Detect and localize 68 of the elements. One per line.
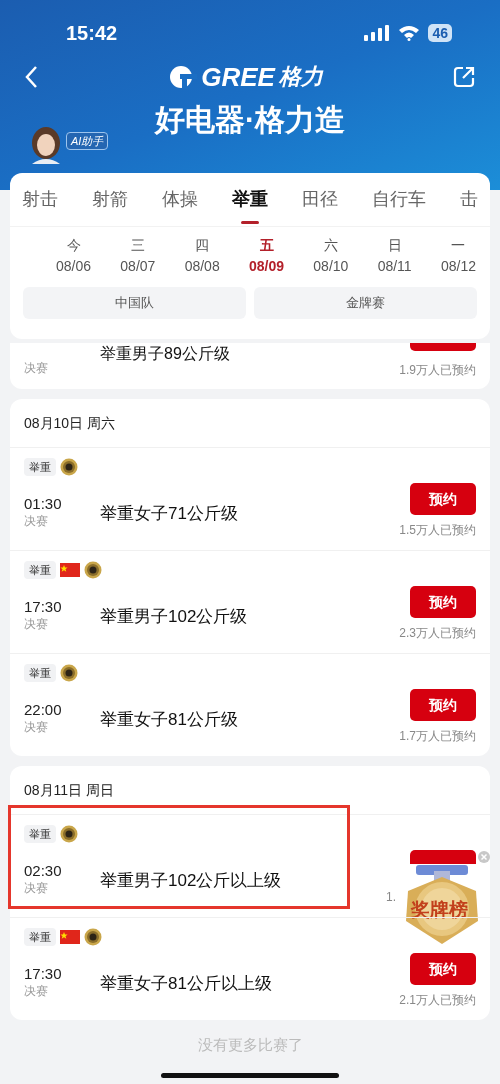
event-time: 22:00	[24, 701, 63, 719]
reservation-count: 1.5万人已预约	[399, 523, 476, 537]
event-stage: 决赛	[24, 360, 49, 377]
date-tab[interactable]: 日 08/11	[377, 235, 412, 277]
reservation-count: 1.7万人已预约	[399, 729, 476, 743]
event-stage: 决赛	[24, 719, 49, 735]
event-stage: 决赛	[24, 616, 49, 632]
date-tab[interactable]: 五 08/09	[249, 235, 285, 277]
reserve-button[interactable]: 预约	[410, 586, 476, 618]
event-time: 17:30	[24, 598, 63, 616]
day-heading: 08月10日 周六	[24, 413, 116, 433]
flag-icon	[60, 563, 80, 577]
event-stage: 决赛	[24, 983, 49, 999]
sport-tab[interactable]: 田径	[302, 173, 338, 226]
event-stage: 决赛	[24, 880, 49, 896]
event-time: 02:30	[24, 862, 63, 880]
logo-script: 格力	[278, 66, 323, 88]
reserve-button[interactable]: 预约	[410, 953, 476, 985]
date-tab[interactable]: 六 08/10	[313, 235, 349, 277]
flag-icon	[60, 930, 80, 944]
filter-button[interactable]: 金牌赛	[254, 287, 477, 319]
end-of-list-note: 没有更多比赛了	[197, 1035, 303, 1055]
sport-tab[interactable]: 射箭	[92, 173, 128, 226]
medal-icon	[84, 928, 102, 946]
sport-tag: 举重	[24, 824, 56, 844]
sport-tag: 举重	[24, 927, 56, 947]
sport-tab[interactable]: 举重	[232, 173, 268, 226]
sport-tab[interactable]: 体操	[162, 173, 198, 226]
assistant-badge[interactable]: AI助手	[66, 132, 109, 150]
date-tab[interactable]: 一 08/12	[440, 235, 476, 277]
reserve-button[interactable]: 预约	[410, 689, 476, 721]
sport-tag: 举重	[24, 457, 56, 477]
event-title: 举重女子81公斤以上级	[100, 973, 273, 996]
event-title: 举重女子71公斤级	[100, 503, 239, 526]
logo-text: GREE	[201, 64, 275, 90]
wifi-icon	[398, 25, 421, 41]
medal-icon	[60, 825, 78, 843]
date-tab[interactable]: 四 08/08	[184, 235, 220, 277]
medal-icon	[60, 664, 78, 682]
filter-button[interactable]: 中国队	[23, 287, 246, 319]
day-heading: 08月11日 周日	[24, 780, 114, 800]
share-icon[interactable]	[452, 65, 476, 89]
sport-tag: 举重	[24, 560, 56, 580]
medal-icon	[84, 561, 102, 579]
event-title: 举重男子89公斤级	[100, 344, 231, 364]
slogan: 好电器·格力造	[155, 102, 345, 138]
reservation-count: 1.	[386, 890, 396, 904]
event-title: 举重男子102公斤以上级	[100, 870, 283, 893]
signal-icon	[364, 25, 391, 41]
sport-tab[interactable]: 射击	[22, 173, 58, 226]
battery-indicator: 46	[428, 24, 452, 42]
event-time: 01:30	[24, 495, 63, 513]
event-title: 举重女子81公斤级	[100, 709, 239, 732]
back-icon[interactable]	[24, 65, 40, 89]
sport-tab[interactable]: 自行车	[372, 173, 426, 226]
sport-tab[interactable]: 击	[460, 173, 478, 226]
reservation-count: 2.1万人已预约	[399, 993, 476, 1007]
event-time: 17:30	[24, 965, 63, 983]
reservation-count: 1.9万人已预约	[399, 362, 476, 379]
medal-icon	[60, 458, 78, 476]
date-tab[interactable]: 三 08/07	[120, 235, 156, 277]
status-time: 15:42	[66, 21, 118, 46]
reservation-count: 2.3万人已预约	[399, 626, 476, 640]
sport-tag: 举重	[24, 663, 56, 683]
event-title: 举重男子102公斤级	[100, 606, 249, 629]
event-stage: 决赛	[24, 513, 49, 529]
reserve-button[interactable]: 预约	[410, 483, 476, 515]
date-tab[interactable]: 今 08/06	[56, 235, 92, 277]
